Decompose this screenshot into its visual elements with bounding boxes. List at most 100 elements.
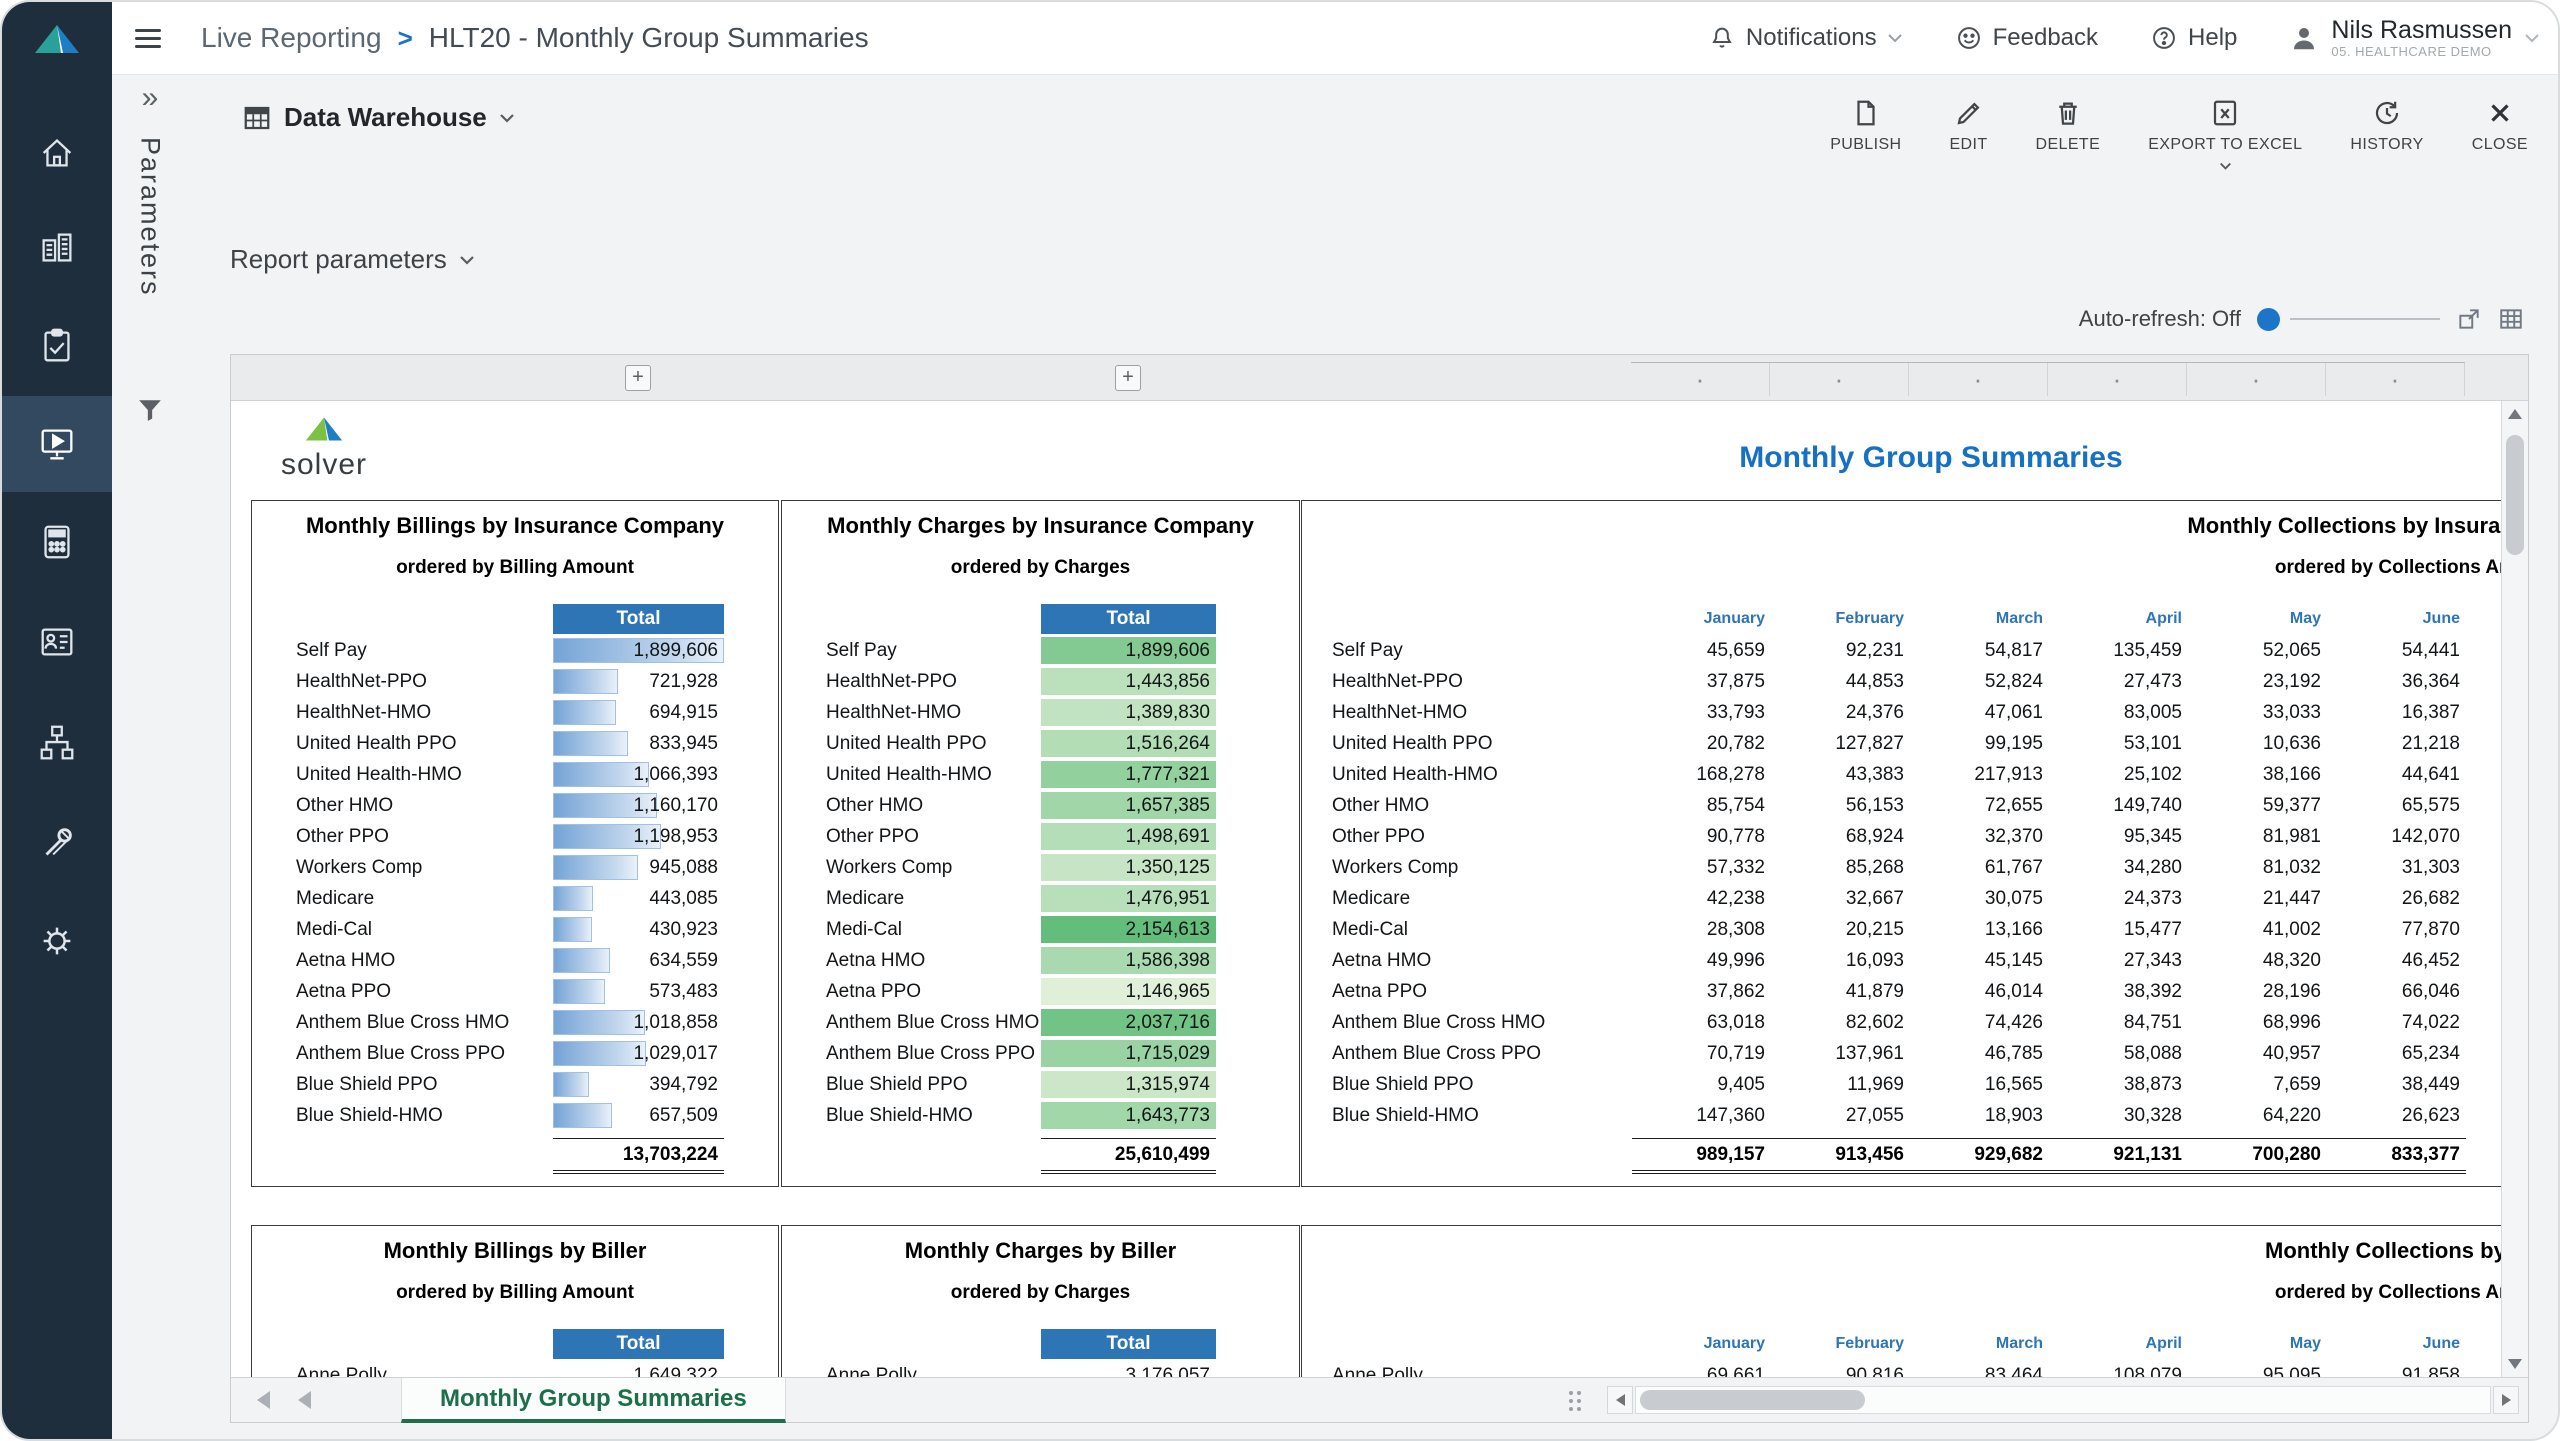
table-icon[interactable] [2498, 306, 2524, 332]
first-sheet-icon[interactable] [257, 1391, 270, 1409]
filter-funnel-icon[interactable] [112, 397, 188, 423]
breadcrumb-page: HLT20 - Monthly Group Summaries [429, 22, 869, 54]
history-button[interactable]: HISTORY [2350, 98, 2423, 170]
row-label: HealthNet-HMO [1332, 697, 1467, 728]
row-label: Anthem Blue Cross HMO [1332, 1007, 1545, 1038]
data-bar-cell: 721,928 [553, 668, 724, 695]
feedback-button[interactable]: Feedback [1955, 24, 2098, 52]
solver-logo-icon[interactable] [2, 2, 112, 75]
color-scale-cell: 1,389,830 [1041, 699, 1216, 726]
auto-refresh-slider[interactable] [2257, 308, 2280, 331]
sidebar-item-tasks[interactable] [2, 298, 112, 394]
row-label: Anthem Blue Cross PPO [296, 1038, 505, 1069]
sidebar-item-workbooks[interactable] [2, 200, 112, 296]
expand-group-button[interactable] [625, 365, 651, 391]
delete-button[interactable]: DELETE [2036, 98, 2101, 170]
column-header-total: Total [1041, 604, 1216, 634]
scroll-up-button[interactable] [2502, 401, 2528, 427]
color-scale-cell: 1,476,951 [1041, 885, 1216, 912]
row-label: Self Pay [826, 635, 897, 666]
scroll-down-button[interactable] [2502, 1351, 2528, 1377]
sidebar-item-home[interactable] [2, 105, 112, 201]
panel-collections-by-biller: Monthly Collections by Biller ordered by… [1301, 1225, 2528, 1377]
sheet-canvas: solver Monthly Group Summaries Monthly B… [231, 401, 2528, 1377]
row-label: HealthNet-PPO [296, 666, 427, 697]
previous-sheet-icon[interactable] [298, 1391, 311, 1409]
close-button[interactable]: CLOSE [2472, 98, 2528, 170]
workbooks-icon [36, 227, 78, 269]
month-header: January [1632, 604, 1771, 634]
row-label: United Health PPO [296, 728, 457, 759]
publish-button[interactable]: PUBLISH [1830, 98, 1901, 170]
total-cell: 913,456 [1771, 1139, 1910, 1170]
row-label: Workers Comp [296, 852, 422, 883]
table-row: HealthNet-PPO37,87544,85352,82427,47323,… [1302, 666, 2528, 697]
vertical-scrollbar[interactable] [2501, 401, 2528, 1377]
row-label: Medicare [296, 883, 374, 914]
panel-collections-by-insurance: Monthly Collections by Insurance Company… [1301, 500, 2528, 1187]
expand-group-button[interactable] [1115, 365, 1141, 391]
table-row: Medicare 1,476,951 [782, 883, 1299, 914]
help-label: Help [2188, 24, 2237, 52]
row-label: Blue Shield PPO [826, 1069, 968, 1100]
table-row: Blue Shield-HMO147,36027,05518,90330,328… [1302, 1100, 2528, 1131]
home-icon [36, 132, 78, 174]
calculator-icon [36, 521, 78, 563]
table-row: Workers Comp 945,088 [252, 852, 778, 883]
horizontal-scroll-thumb[interactable] [1640, 1390, 1865, 1410]
table-row: Anne Polly 1,649,322 [252, 1360, 778, 1377]
sheet-tab[interactable]: Monthly Group Summaries [401, 1378, 786, 1423]
row-label: Blue Shield PPO [1332, 1069, 1474, 1100]
row-label: Other PPO [296, 821, 389, 852]
row-label: United Health PPO [1332, 728, 1493, 759]
month-header: January [1632, 1329, 1771, 1359]
vertical-scroll-thumb[interactable] [2506, 435, 2524, 555]
scroll-right-button[interactable] [2493, 1386, 2519, 1414]
breadcrumb-section[interactable]: Live Reporting [201, 22, 382, 54]
row-label: Medi-Cal [296, 914, 372, 945]
expand-icon[interactable] [2456, 306, 2482, 332]
expand-parameters-icon[interactable]: » [112, 81, 188, 115]
row-label: Workers Comp [1332, 852, 1458, 883]
month-header-row: JanuaryFebruaryMarchAprilMayJune [1302, 604, 2528, 634]
month-header: March [1910, 1329, 2049, 1359]
sidebar-item-connections[interactable] [2, 695, 112, 791]
horizontal-scrollbar[interactable] [1635, 1386, 2491, 1414]
report-parameters-toggle[interactable]: Report parameters [230, 244, 475, 275]
sidebar-item-contacts[interactable] [2, 594, 112, 690]
help-button[interactable]: Help [2150, 24, 2237, 52]
user-menu[interactable]: Nils Rasmussen 05. Healthcare Demo [2289, 16, 2540, 60]
column-header-total: Total [553, 604, 724, 634]
tab-splitter-handle[interactable] [1569, 1391, 1573, 1395]
scroll-left-button[interactable] [1607, 1386, 1633, 1414]
sidebar-item-tools[interactable] [2, 795, 112, 891]
table-row: Blue Shield-HMO 1,643,773 [782, 1100, 1299, 1131]
color-scale-cell: 1,350,125 [1041, 854, 1216, 881]
month-header: June [2327, 1329, 2466, 1359]
total-cell: 989,157 [1632, 1139, 1771, 1170]
notifications-menu[interactable]: Notifications [1708, 24, 1903, 52]
panel-title: Monthly Charges by Insurance Company [782, 513, 1299, 539]
tasks-clipboard-icon [36, 325, 78, 367]
color-scale-cell: 1,715,029 [1041, 1040, 1216, 1067]
sidebar-item-live-reporting[interactable] [2, 396, 112, 492]
solver-logo-text: solver [259, 448, 389, 482]
table-row: United Health PPO20,782127,82799,19553,1… [1302, 728, 2528, 759]
color-scale-cell: 1,516,264 [1041, 730, 1216, 757]
row-label: Anne Polly [296, 1360, 387, 1377]
auto-refresh-control: Auto-refresh: Off [2079, 306, 2524, 332]
data-source-dropdown[interactable]: Data Warehouse [242, 102, 515, 133]
column-ruler [1631, 362, 2465, 396]
sidebar-item-settings[interactable] [2, 893, 112, 989]
color-scale-cell: 2,154,613 [1041, 916, 1216, 943]
color-scale-cell: 1,657,385 [1041, 792, 1216, 819]
menu-button[interactable] [135, 29, 161, 48]
edit-button[interactable]: EDIT [1949, 98, 1987, 170]
panel-billings-by-insurance: Monthly Billings by Insurance Company or… [251, 500, 779, 1187]
chevron-down-icon [1887, 33, 1903, 43]
data-bar-cell: 1,029,017 [553, 1040, 724, 1067]
export-to-excel-button[interactable]: EXPORT TO EXCEL [2148, 98, 2302, 170]
grand-total: 13,703,224 [553, 1138, 724, 1174]
sidebar-item-budgeting[interactable] [2, 494, 112, 590]
total-cell: 833,377 [2327, 1139, 2466, 1170]
